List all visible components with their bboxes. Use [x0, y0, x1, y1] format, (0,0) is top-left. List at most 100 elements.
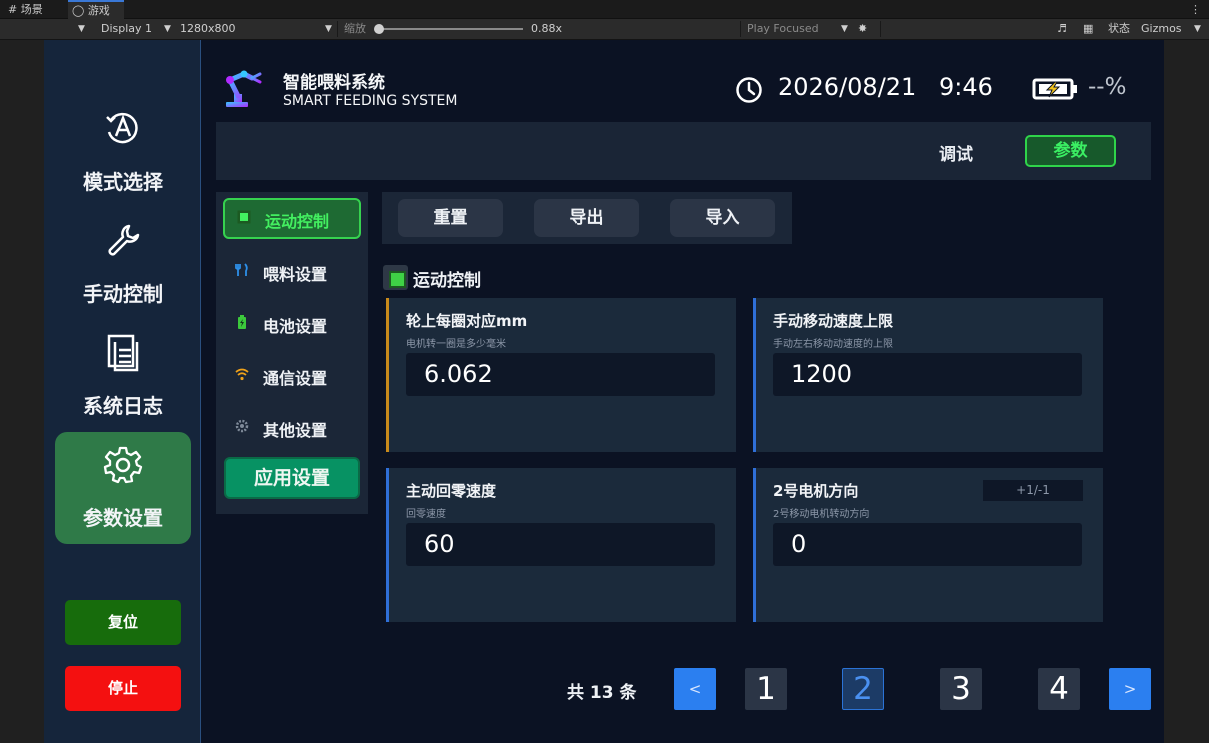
param-card: 手动移动速度上限 手动左右移动动速度的上限 1200 — [753, 298, 1103, 452]
chip-icon — [383, 265, 408, 290]
page-button-4[interactable]: 4 — [1038, 668, 1080, 710]
scale-slider-handle[interactable] — [374, 24, 384, 34]
bug-icon[interactable]: ✸ — [858, 19, 867, 39]
card-accent-bar — [753, 468, 756, 622]
import-button[interactable]: 导入 — [670, 199, 775, 237]
param-description: 电机转一圈是多少毫米 — [406, 339, 506, 350]
main-sidebar: 模式选择 手动控制 系统日志 参数设置 复位 停止 — [44, 40, 201, 743]
mode-tab-bar — [216, 122, 1151, 180]
wrench-icon — [108, 224, 140, 256]
tab-parameters[interactable]: 参数 — [1025, 135, 1116, 167]
card-accent-bar — [753, 298, 756, 452]
sidebar-item-label: 手动控制 — [83, 282, 163, 306]
scale-label: 缩放 — [344, 22, 366, 35]
app-subtitle: SMART FEEDING SYSTEM — [283, 93, 458, 109]
prev-page-button[interactable]: < — [674, 668, 716, 710]
editor-tab-bar: # 场景 ◯ 游戏 ⋮ — [0, 0, 1209, 19]
battery-percentage: --% — [1088, 74, 1127, 100]
wifi-icon — [235, 368, 249, 381]
stats-toggle[interactable]: 状态 — [1108, 19, 1130, 39]
chevron-down-icon[interactable]: ▼ — [325, 19, 332, 39]
battery-icon — [238, 315, 246, 329]
app-title: 智能喂料系统 — [283, 73, 385, 93]
scale-value: 0.88x — [531, 22, 563, 35]
chevron-down-icon[interactable]: ▼ — [78, 19, 85, 39]
sidebar-item-manual-control[interactable]: 手动控制 — [55, 208, 191, 320]
chevron-down-icon[interactable]: ▼ — [841, 19, 848, 39]
time-display: 9:46 — [939, 73, 993, 101]
reset-button[interactable]: 复位 — [65, 600, 181, 645]
battery-charging-icon — [1032, 78, 1077, 100]
sidebar-item-parameter-settings[interactable]: 参数设置 — [55, 432, 191, 544]
clock-icon — [736, 77, 762, 103]
settings-item-label: 通信设置 — [263, 369, 328, 388]
page-button-3[interactable]: 3 — [940, 668, 982, 710]
resolution-select[interactable]: 1280x800 — [180, 19, 236, 39]
total-count: 共 13 条 — [567, 683, 637, 703]
param-value-input[interactable]: 0 — [773, 523, 1082, 566]
display-select[interactable]: Display 1 — [101, 19, 152, 39]
mode-a-icon — [106, 112, 138, 144]
chevron-down-icon[interactable]: ▼ — [1194, 19, 1201, 39]
settings-item-other[interactable]: 其他设置 — [223, 407, 361, 448]
sidebar-item-label: 参数设置 — [83, 506, 163, 530]
settings-item-label: 电池设置 — [263, 317, 328, 336]
tab-game[interactable]: ◯ 游戏 — [68, 0, 124, 19]
settings-item-communication[interactable]: 通信设置 — [223, 355, 361, 396]
chip-icon — [237, 210, 251, 224]
gear-icon — [235, 419, 249, 433]
apply-settings-button[interactable]: 应用设置 — [224, 457, 360, 499]
audio-icon[interactable]: ♬ — [1057, 19, 1067, 39]
gamepad-icon: ◯ — [72, 4, 85, 17]
tab-game-label: 游戏 — [87, 4, 110, 17]
settings-item-label: 其他设置 — [263, 421, 328, 440]
play-mode-select[interactable]: Play Focused — [747, 19, 819, 39]
robot-arm-logo-icon — [226, 70, 262, 107]
utensils-icon — [235, 263, 248, 276]
param-value-input[interactable]: 6.062 — [406, 353, 715, 396]
stop-button[interactable]: 停止 — [65, 666, 181, 711]
tab-scene-label: 场景 — [20, 3, 43, 16]
gear-icon — [103, 446, 143, 484]
param-title: 2号电机方向 — [773, 482, 859, 500]
section-title: 运动控制 — [413, 271, 481, 291]
document-icon — [107, 334, 139, 372]
param-card: 轮上每圈对应mm 电机转一圈是多少毫米 6.062 — [386, 298, 736, 452]
param-card: 主动回零速度 回零速度 60 — [386, 468, 736, 622]
chevron-down-icon[interactable]: ▼ — [164, 19, 171, 39]
export-button[interactable]: 导出 — [534, 199, 639, 237]
param-title: 主动回零速度 — [406, 482, 497, 500]
date-display: 2026/08/21 — [778, 73, 917, 101]
param-value-input[interactable]: 1200 — [773, 353, 1082, 396]
page-button-2[interactable]: 2 — [842, 668, 884, 710]
settings-item-motion-control[interactable]: 运动控制 — [223, 198, 361, 239]
param-description: 手动左右移动动速度的上限 — [773, 339, 893, 350]
card-accent-bar — [386, 468, 389, 622]
game-view-toolbar: ▼ Display 1 ▼ 1280x800 ▼ 缩放 0.88x Play F… — [0, 19, 1209, 40]
toolbar-divider — [337, 21, 338, 37]
reset-params-button[interactable]: 重置 — [398, 199, 503, 237]
tab-scene[interactable]: # 场景 — [4, 0, 64, 19]
settings-item-label: 运动控制 — [265, 212, 330, 231]
param-description: 2号移动电机转动方向 — [773, 509, 870, 520]
page-button-1[interactable]: 1 — [745, 668, 787, 710]
toolbar-divider — [880, 21, 881, 37]
more-options-icon[interactable]: ⋮ — [1190, 0, 1201, 19]
settings-item-feeding[interactable]: 喂料设置 — [223, 251, 361, 292]
param-title: 手动移动速度上限 — [773, 312, 894, 330]
sidebar-item-label: 系统日志 — [83, 394, 163, 418]
sidebar-item-mode-select[interactable]: 模式选择 — [55, 96, 191, 208]
gizmos-toggle[interactable]: Gizmos — [1141, 19, 1182, 39]
settings-item-label: 喂料设置 — [263, 265, 328, 284]
scale-slider-track[interactable] — [379, 28, 523, 30]
param-value-input[interactable]: 60 — [406, 523, 715, 566]
settings-item-battery[interactable]: 电池设置 — [223, 303, 361, 344]
tab-debug[interactable]: 调试 — [939, 140, 973, 165]
keyboard-icon[interactable]: ▦ — [1083, 19, 1093, 39]
sidebar-item-system-log[interactable]: 系统日志 — [55, 320, 191, 432]
grid-icon: # — [8, 3, 18, 16]
sidebar-item-label: 模式选择 — [83, 170, 163, 194]
next-page-button[interactable]: > — [1109, 668, 1151, 710]
param-range-badge: +1/-1 — [983, 480, 1083, 501]
param-title: 轮上每圈对应mm — [406, 312, 528, 330]
